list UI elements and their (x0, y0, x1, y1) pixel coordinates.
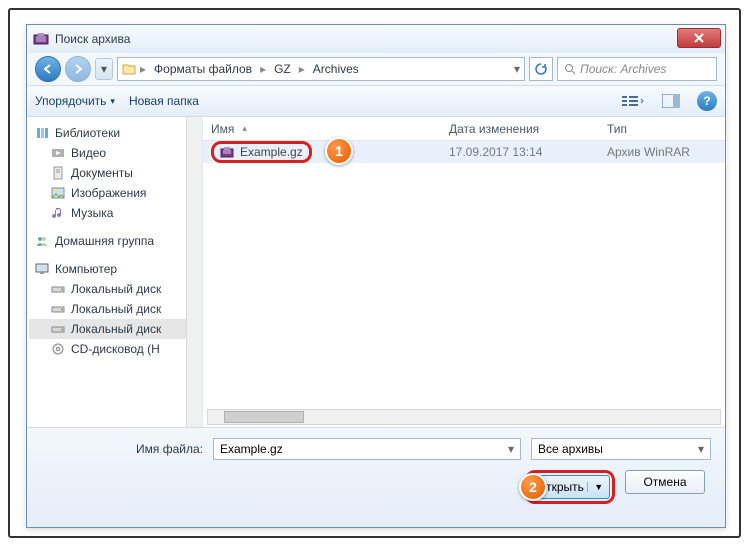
computer-icon (35, 262, 49, 276)
column-name[interactable]: Имя▴ (203, 122, 441, 136)
homegroup-icon (35, 234, 49, 248)
callout-badge: 2 (519, 473, 547, 501)
toolbar: Упорядочить Новая папка ? (27, 85, 725, 117)
nav-row: ▾ ▸ Форматы файлов ▸ GZ ▸ Archives ▾ Пои… (27, 53, 725, 85)
filename-label: Имя файла: (41, 442, 203, 456)
tree-item-drive[interactable]: Локальный диск (29, 279, 200, 299)
drive-icon (51, 302, 65, 316)
back-button[interactable] (35, 56, 61, 82)
help-icon: ? (703, 94, 710, 108)
close-icon (694, 33, 704, 43)
search-icon (564, 63, 576, 75)
tree-scrollbar[interactable] (186, 117, 202, 427)
chevron-down-icon[interactable]: ▾ (508, 442, 514, 456)
tree-libraries[interactable]: Библиотеки (29, 123, 200, 143)
folder-tree: Библиотеки Видео Документы Изображения М… (27, 117, 203, 427)
tree-item-video[interactable]: Видео (29, 143, 200, 163)
panel-icon (662, 94, 680, 108)
app-icon (33, 31, 49, 47)
breadcrumb-segment[interactable]: GZ (270, 60, 295, 78)
tree-item-drive[interactable]: Локальный диск (29, 299, 200, 319)
callout-badge: 1 (325, 137, 353, 165)
preview-pane-button[interactable] (659, 91, 683, 111)
search-input[interactable]: Поиск: Archives (557, 57, 717, 81)
column-type[interactable]: Тип (599, 122, 725, 136)
open-dialog: Поиск архива ▾ ▸ Форматы файлов ▸ GZ ▸ A… (26, 24, 726, 528)
chevron-down-icon: ▾ (698, 442, 704, 456)
file-name: Example.gz (240, 145, 303, 159)
column-headers: Имя▴ Дата изменения Тип (203, 117, 725, 141)
libraries-icon (35, 126, 49, 140)
organize-menu[interactable]: Упорядочить (35, 94, 115, 108)
highlight-ring: Example.gz (211, 141, 312, 163)
pictures-icon (51, 186, 65, 200)
view-icon (622, 94, 644, 108)
address-bar[interactable]: ▸ Форматы файлов ▸ GZ ▸ Archives ▾ (117, 57, 525, 81)
tree-item-cd[interactable]: CD-дисковод (H (29, 339, 200, 359)
view-options-button[interactable] (621, 91, 645, 111)
horizontal-scrollbar[interactable] (207, 409, 721, 425)
split-chevron-icon: ▼ (587, 482, 603, 492)
refresh-button[interactable] (529, 57, 553, 81)
tree-homegroup[interactable]: Домашняя группа (29, 231, 200, 251)
close-button[interactable] (677, 28, 721, 48)
drive-icon (51, 322, 65, 336)
tree-computer[interactable]: Компьютер (29, 259, 200, 279)
help-button[interactable]: ? (697, 91, 717, 111)
file-date: 17.09.2017 13:14 (441, 145, 599, 159)
tree-item-documents[interactable]: Документы (29, 163, 200, 183)
titlebar: Поиск архива (27, 25, 725, 53)
tree-item-drive-selected[interactable]: Локальный диск (29, 319, 200, 339)
history-dropdown[interactable]: ▾ (95, 58, 113, 80)
chevron-down-icon[interactable]: ▾ (514, 62, 520, 76)
file-list: Имя▴ Дата изменения Тип Example.gz 17.09… (203, 117, 725, 427)
chevron-right-icon: ▸ (297, 62, 307, 76)
archive-file-icon (220, 145, 234, 159)
forward-button[interactable] (65, 56, 91, 82)
file-row-selected[interactable]: Example.gz 17.09.2017 13:14 Архив WinRAR (203, 141, 725, 163)
sort-asc-icon: ▴ (242, 123, 247, 134)
scrollbar-thumb[interactable] (224, 411, 304, 423)
breadcrumb-segment[interactable]: Archives (309, 60, 363, 78)
column-date[interactable]: Дата изменения (441, 122, 599, 136)
dialog-footer: Имя файла: Example.gz▾ Все архивы▾ Откры… (27, 427, 725, 514)
drive-icon (51, 282, 65, 296)
documents-icon (51, 166, 65, 180)
filetype-select[interactable]: Все архивы▾ (531, 438, 711, 460)
cancel-button[interactable]: Отмена (625, 470, 705, 494)
arrow-left-icon (42, 63, 54, 75)
tree-item-pictures[interactable]: Изображения (29, 183, 200, 203)
folder-icon (122, 62, 136, 76)
refresh-icon (534, 62, 548, 76)
filename-input[interactable]: Example.gz▾ (213, 438, 521, 460)
arrow-right-icon (72, 63, 84, 75)
window-title: Поиск архива (55, 32, 130, 46)
search-placeholder: Поиск: Archives (580, 62, 666, 76)
tree-item-music[interactable]: Музыка (29, 203, 200, 223)
new-folder-button[interactable]: Новая папка (129, 94, 199, 108)
file-type: Архив WinRAR (599, 145, 725, 159)
cd-icon (51, 342, 65, 356)
chevron-right-icon: ▸ (138, 62, 148, 76)
video-icon (51, 146, 65, 160)
breadcrumb-segment[interactable]: Форматы файлов (150, 60, 256, 78)
chevron-right-icon: ▸ (258, 62, 268, 76)
music-icon (51, 206, 65, 220)
